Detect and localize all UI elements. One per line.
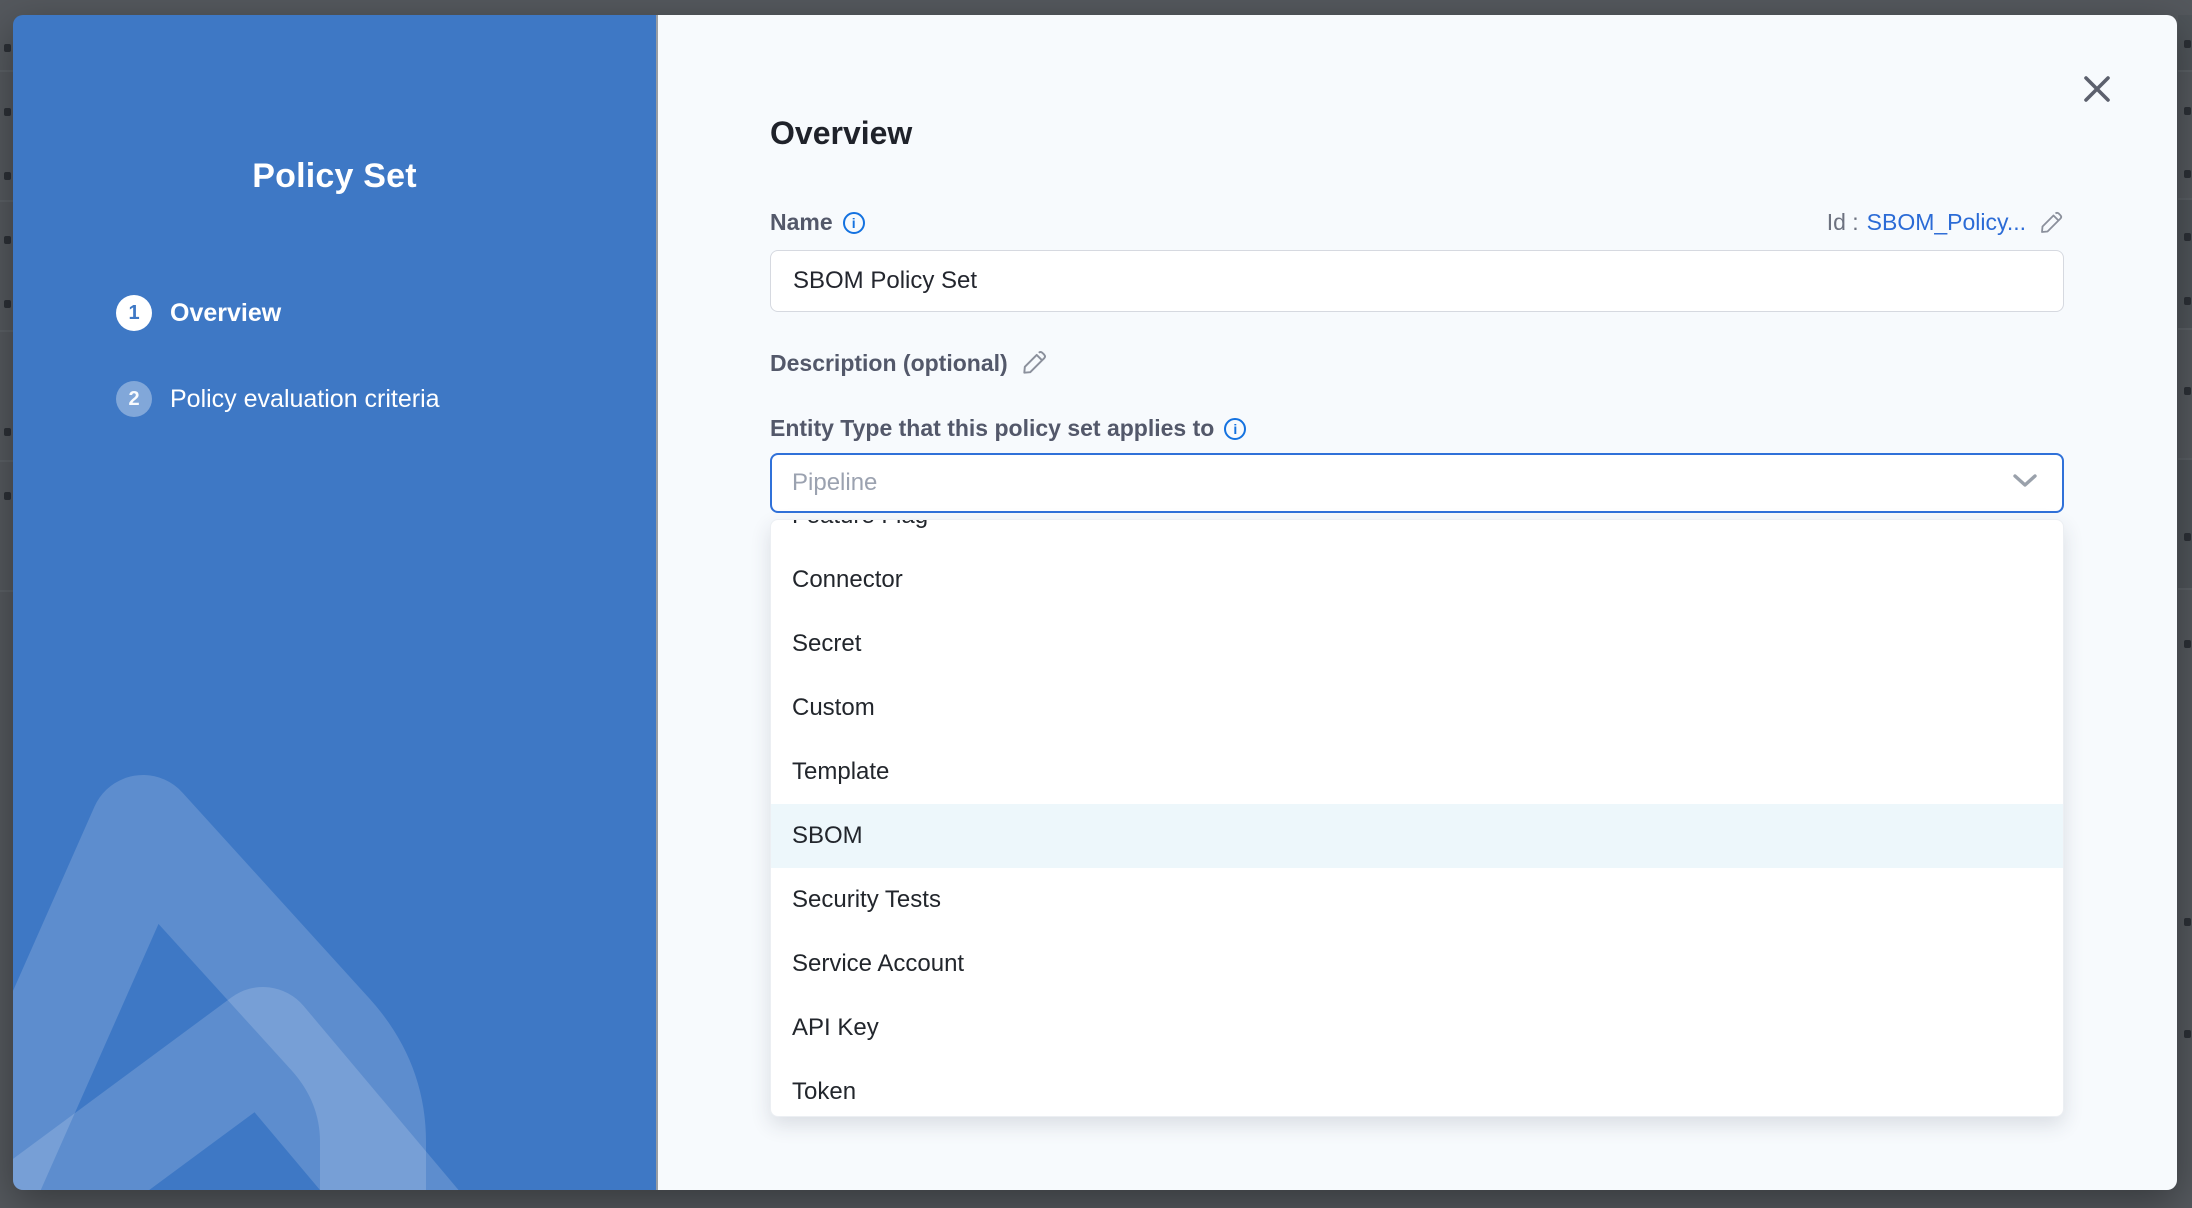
entity-type-label: Entity Type that this policy set applies… (770, 415, 1214, 442)
edit-description-pencil-icon[interactable] (1020, 349, 1048, 377)
close-button[interactable] (2079, 71, 2115, 107)
id-value-link[interactable]: SBOM_Policy... (1867, 209, 2026, 236)
menu-item-connector[interactable]: Connector (771, 548, 2063, 612)
chevron-down-icon (2012, 473, 2038, 494)
edit-id-pencil-icon[interactable] (2038, 210, 2064, 236)
description-label-row: Description (optional) (770, 349, 1048, 377)
close-icon (2082, 74, 2112, 104)
step-label: Policy evaluation criteria (170, 385, 440, 414)
menu-item-api-key[interactable]: API Key (771, 996, 2063, 1060)
step-policy-evaluation-criteria[interactable]: 2 Policy evaluation criteria (116, 381, 440, 417)
menu-item-feature-flag[interactable]: Feature Flag (771, 519, 2063, 548)
menu-item-sbom[interactable]: SBOM (771, 804, 2063, 868)
menu-item-template[interactable]: Template (771, 740, 2063, 804)
policy-set-wizard-dialog: Policy Set 1 Overview 2 Policy evaluatio… (13, 15, 2177, 1190)
entity-type-info-icon[interactable] (1224, 418, 1246, 440)
entity-id-row: Id : SBOM_Policy... (1827, 209, 2064, 236)
wizard-title: Policy Set (13, 157, 656, 196)
menu-item-custom[interactable]: Custom (771, 676, 2063, 740)
panel-heading: Overview (770, 115, 912, 152)
menu-item-service-account[interactable]: Service Account (771, 932, 2063, 996)
name-info-icon[interactable] (843, 212, 865, 234)
menu-item-token[interactable]: Token (771, 1060, 2063, 1117)
entity-type-label-row: Entity Type that this policy set applies… (770, 415, 1246, 442)
name-label-row: Name (770, 209, 865, 236)
step-overview[interactable]: 1 Overview (116, 295, 440, 331)
menu-item-secret[interactable]: Secret (771, 612, 2063, 676)
entity-type-dropdown-menu: Feature Flag Connector Secret Custom Tem… (770, 519, 2064, 1117)
name-input[interactable] (770, 250, 2064, 312)
wizard-steps: 1 Overview 2 Policy evaluation criteria (116, 295, 440, 467)
id-prefix-label: Id : (1827, 209, 1859, 236)
step-number-badge: 2 (116, 381, 152, 417)
description-label: Description (optional) (770, 350, 1008, 377)
menu-item-security-tests[interactable]: Security Tests (771, 868, 2063, 932)
name-label: Name (770, 209, 833, 236)
step-label: Overview (170, 299, 281, 328)
entity-type-placeholder: Pipeline (792, 469, 877, 497)
wizard-sidebar: Policy Set 1 Overview 2 Policy evaluatio… (13, 15, 656, 1190)
step-number-badge: 1 (116, 295, 152, 331)
entity-type-select[interactable]: Pipeline (770, 453, 2064, 513)
overview-step-panel: Overview Name Id : SBOM_Policy... (658, 15, 2177, 1190)
harness-logo-watermark (13, 710, 656, 1190)
screen: Policy Set 1 Overview 2 Policy evaluatio… (0, 0, 2192, 1208)
